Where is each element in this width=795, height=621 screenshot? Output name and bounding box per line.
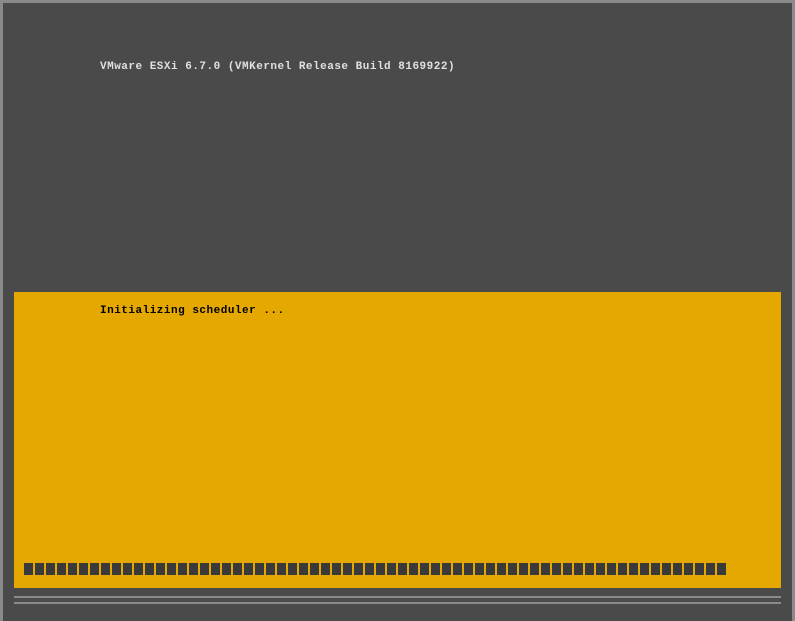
progress-tick: [684, 563, 693, 575]
progress-tick: [233, 563, 242, 575]
progress-tick: [244, 563, 253, 575]
progress-tick: [255, 563, 264, 575]
progress-tick: [24, 563, 33, 575]
progress-tick: [497, 563, 506, 575]
progress-tick: [541, 563, 550, 575]
progress-tick: [288, 563, 297, 575]
progress-bar: [24, 563, 773, 575]
progress-tick: [486, 563, 495, 575]
progress-tick: [134, 563, 143, 575]
progress-tick: [596, 563, 605, 575]
progress-tick: [398, 563, 407, 575]
progress-tick: [585, 563, 594, 575]
progress-tick: [156, 563, 165, 575]
progress-tick: [365, 563, 374, 575]
progress-tick: [508, 563, 517, 575]
progress-tick: [277, 563, 286, 575]
progress-tick: [453, 563, 462, 575]
progress-tick: [640, 563, 649, 575]
progress-tick: [420, 563, 429, 575]
progress-tick: [90, 563, 99, 575]
progress-tick: [222, 563, 231, 575]
progress-tick: [431, 563, 440, 575]
progress-tick: [35, 563, 44, 575]
progress-tick: [464, 563, 473, 575]
progress-tick: [662, 563, 671, 575]
progress-tick: [200, 563, 209, 575]
progress-tick: [519, 563, 528, 575]
progress-tick: [618, 563, 627, 575]
progress-tick: [299, 563, 308, 575]
progress-tick: [706, 563, 715, 575]
progress-tick: [178, 563, 187, 575]
boot-screen: VMware ESXi 6.7.0 (VMKernel Release Buil…: [14, 8, 781, 588]
progress-tick: [266, 563, 275, 575]
progress-tick: [332, 563, 341, 575]
product-version-text: VMware ESXi 6.7.0 (VMKernel Release Buil…: [100, 61, 455, 73]
progress-tick: [145, 563, 154, 575]
progress-tick: [574, 563, 583, 575]
divider: [14, 596, 781, 598]
progress-tick: [673, 563, 682, 575]
progress-tick: [695, 563, 704, 575]
status-message: Initializing scheduler ...: [100, 305, 285, 317]
progress-tick: [112, 563, 121, 575]
progress-tick: [376, 563, 385, 575]
product-info-panel: VMware ESXi 6.7.0 (VMKernel Release Buil…: [14, 8, 781, 292]
progress-tick: [189, 563, 198, 575]
progress-tick: [46, 563, 55, 575]
top-border: [0, 0, 795, 3]
progress-tick: [607, 563, 616, 575]
progress-tick: [552, 563, 561, 575]
progress-tick: [343, 563, 352, 575]
progress-tick: [530, 563, 539, 575]
progress-tick: [387, 563, 396, 575]
progress-tick: [101, 563, 110, 575]
progress-tick: [310, 563, 319, 575]
progress-tick: [475, 563, 484, 575]
progress-tick: [57, 563, 66, 575]
progress-tick: [629, 563, 638, 575]
progress-tick: [651, 563, 660, 575]
status-panel: Initializing scheduler ...: [14, 292, 781, 588]
bottom-bar: [14, 602, 781, 621]
progress-tick: [321, 563, 330, 575]
progress-tick: [167, 563, 176, 575]
progress-tick: [717, 563, 726, 575]
progress-tick: [68, 563, 77, 575]
progress-tick: [354, 563, 363, 575]
progress-tick: [563, 563, 572, 575]
progress-tick: [123, 563, 132, 575]
progress-tick: [409, 563, 418, 575]
progress-tick: [442, 563, 451, 575]
progress-tick: [79, 563, 88, 575]
left-border: [0, 0, 3, 621]
progress-tick: [211, 563, 220, 575]
